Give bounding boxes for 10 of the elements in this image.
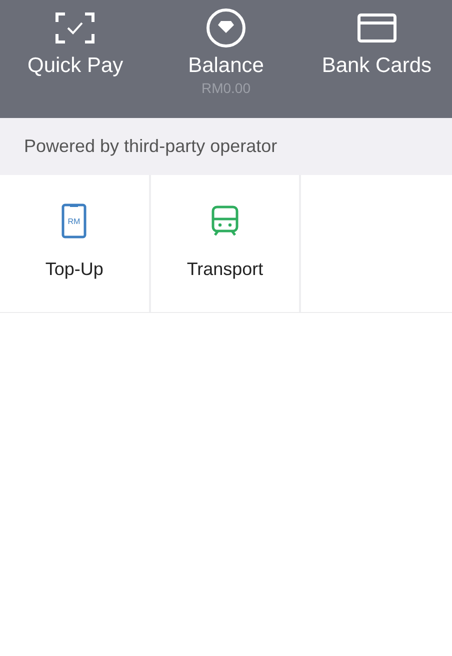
card-icon (356, 13, 397, 43)
phone-icon: RM (61, 203, 88, 239)
scan-icon (55, 12, 96, 44)
header-action-button[interactable]: Quick Pay (0, 8, 151, 118)
service-label: Transport (186, 259, 264, 280)
service-tile[interactable]: Transport (150, 175, 302, 312)
service-label: Top-Up (45, 259, 104, 280)
header-action-button[interactable]: Bank Cards (301, 8, 452, 118)
section-title: Powered by third-party operator (24, 136, 278, 157)
diamond-circle-icon (206, 8, 246, 48)
